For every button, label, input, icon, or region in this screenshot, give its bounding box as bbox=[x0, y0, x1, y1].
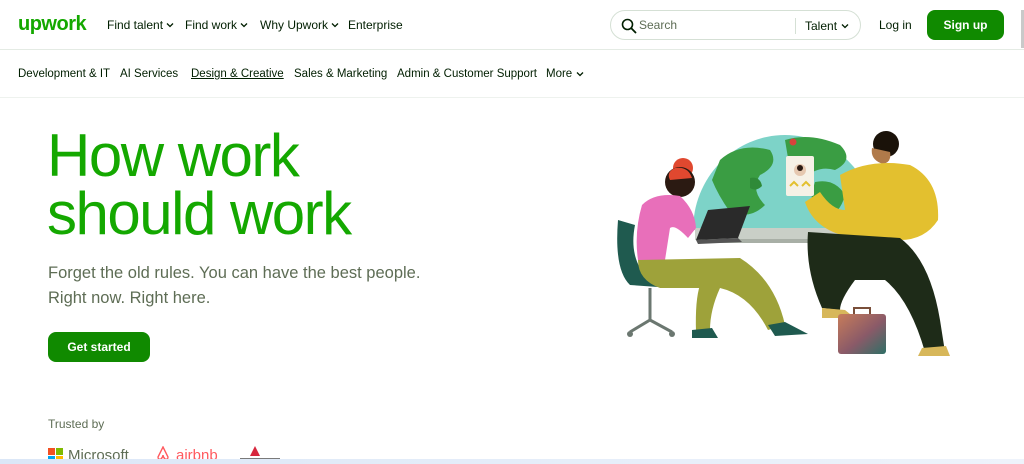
search-input[interactable] bbox=[639, 16, 789, 34]
search-icon[interactable] bbox=[621, 18, 637, 34]
nav-why-upwork-label: Why Upwork bbox=[260, 18, 329, 32]
upwork-logo[interactable]: upwork bbox=[18, 13, 87, 36]
nav-enterprise[interactable]: Enterprise bbox=[348, 18, 403, 32]
nav-find-work[interactable]: Find work bbox=[185, 18, 248, 32]
trusted-by-label: Trusted by bbox=[48, 417, 105, 431]
category-design-creative[interactable]: Design & Creative bbox=[191, 68, 284, 80]
signup-button[interactable]: Sign up bbox=[927, 10, 1004, 40]
search-divider bbox=[795, 18, 796, 34]
chevron-down-icon bbox=[240, 21, 248, 29]
chevron-down-icon bbox=[331, 21, 339, 29]
category-more-label: More bbox=[546, 68, 573, 80]
hero-subtitle: Forget the old rules. You can have the b… bbox=[48, 261, 448, 311]
category-sales-marketing[interactable]: Sales & Marketing bbox=[294, 68, 387, 80]
hero-title-line-2: should work bbox=[47, 180, 352, 247]
category-development-it[interactable]: Development & IT bbox=[18, 68, 110, 80]
chevron-down-icon bbox=[576, 70, 584, 78]
login-link[interactable]: Log in bbox=[879, 18, 912, 32]
hero-title: How work should work bbox=[47, 122, 447, 247]
category-ai-services[interactable]: AI Services bbox=[120, 68, 178, 80]
chevron-down-icon bbox=[166, 21, 174, 29]
top-navigation: upwork Find talent Find work Why Upwork … bbox=[0, 0, 1024, 50]
hero-title-line-1: How work bbox=[47, 122, 300, 189]
bottom-strip bbox=[0, 459, 1024, 464]
nav-find-talent[interactable]: Find talent bbox=[107, 18, 174, 32]
chevron-down-icon bbox=[841, 22, 849, 30]
hero-subtitle-line-2: Right now. Right here. bbox=[48, 289, 211, 307]
nav-find-talent-label: Find talent bbox=[107, 18, 164, 32]
get-started-button[interactable]: Get started bbox=[48, 332, 150, 362]
search-type-dropdown[interactable]: Talent bbox=[805, 19, 849, 33]
nav-find-work-label: Find work bbox=[185, 18, 238, 32]
search-type-label: Talent bbox=[805, 19, 838, 33]
category-admin-customer-support[interactable]: Admin & Customer Support bbox=[397, 68, 537, 80]
hero-subtitle-line-1: Forget the old rules. You can have the b… bbox=[48, 264, 421, 282]
hero-illustration bbox=[600, 120, 960, 365]
category-more[interactable]: More bbox=[546, 68, 584, 80]
search-bar: Talent bbox=[610, 10, 861, 40]
nav-why-upwork[interactable]: Why Upwork bbox=[260, 18, 339, 32]
nav-enterprise-label: Enterprise bbox=[348, 18, 403, 32]
